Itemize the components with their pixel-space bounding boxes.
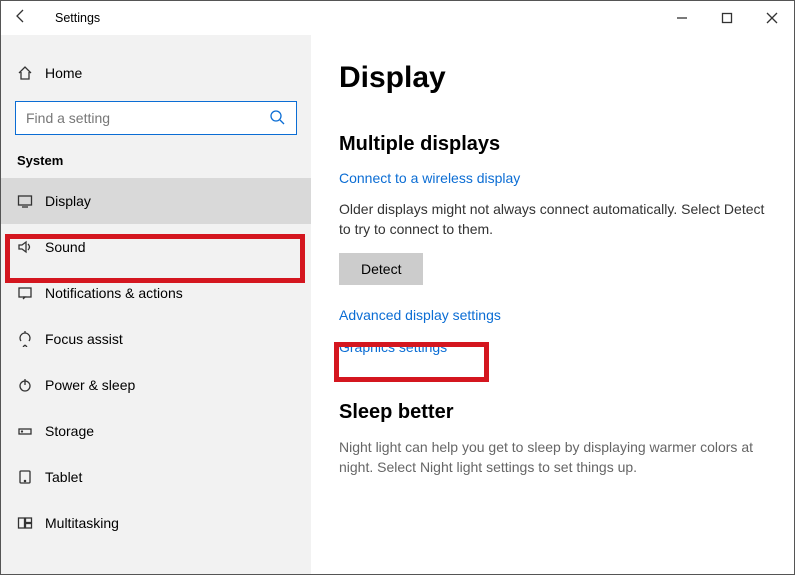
notifications-icon bbox=[17, 285, 45, 301]
sidebar-item-label: Display bbox=[45, 193, 91, 209]
back-button[interactable] bbox=[1, 8, 41, 29]
search-input[interactable] bbox=[15, 101, 297, 135]
sidebar-item-label: Power & sleep bbox=[45, 377, 135, 393]
link-graphics-settings[interactable]: Graphics settings bbox=[339, 339, 447, 355]
tablet-icon bbox=[17, 469, 45, 485]
detect-button[interactable]: Detect bbox=[339, 253, 423, 285]
sidebar-item-sound[interactable]: Sound bbox=[1, 224, 311, 270]
focus-assist-icon bbox=[17, 331, 45, 347]
sidebar-item-label: Storage bbox=[45, 423, 94, 439]
sidebar-item-multitasking[interactable]: Multitasking bbox=[1, 500, 311, 546]
home-icon bbox=[17, 65, 45, 81]
minimize-button[interactable] bbox=[659, 3, 704, 33]
page-title: Display bbox=[339, 61, 770, 95]
sidebar-item-display[interactable]: Display bbox=[1, 178, 311, 224]
storage-icon bbox=[17, 423, 45, 439]
titlebar: Settings bbox=[1, 1, 794, 35]
sidebar-item-power-sleep[interactable]: Power & sleep bbox=[1, 362, 311, 408]
sidebar-item-label: Notifications & actions bbox=[45, 285, 183, 301]
window-title: Settings bbox=[41, 11, 100, 25]
sound-icon bbox=[17, 239, 45, 255]
sidebar-category: System bbox=[1, 153, 311, 178]
sidebar-item-label: Multitasking bbox=[45, 515, 119, 531]
text-older-displays: Older displays might not always connect … bbox=[339, 200, 769, 239]
search-container bbox=[15, 101, 297, 135]
sidebar-item-focus-assist[interactable]: Focus assist bbox=[1, 316, 311, 362]
link-wireless-display[interactable]: Connect to a wireless display bbox=[339, 170, 520, 186]
sidebar-item-label: Focus assist bbox=[45, 331, 123, 347]
maximize-button[interactable] bbox=[704, 3, 749, 33]
sidebar-item-tablet[interactable]: Tablet bbox=[1, 454, 311, 500]
multitasking-icon bbox=[17, 515, 45, 531]
text-sleep-better: Night light can help you get to sleep by… bbox=[339, 438, 769, 477]
section-sleep-better: Sleep better bbox=[339, 401, 770, 424]
section-multiple-displays: Multiple displays bbox=[339, 133, 770, 156]
power-icon bbox=[17, 377, 45, 393]
sidebar-item-label: Sound bbox=[45, 239, 85, 255]
sidebar-item-label: Tablet bbox=[45, 469, 82, 485]
sidebar-item-storage[interactable]: Storage bbox=[1, 408, 311, 454]
sidebar-home[interactable]: Home bbox=[1, 53, 311, 93]
close-button[interactable] bbox=[749, 3, 794, 33]
main-content: Display Multiple displays Connect to a w… bbox=[311, 35, 794, 574]
sidebar-home-label: Home bbox=[45, 65, 82, 81]
sidebar-item-notifications[interactable]: Notifications & actions bbox=[1, 270, 311, 316]
display-icon bbox=[17, 193, 45, 209]
window-controls bbox=[659, 3, 794, 33]
link-advanced-display[interactable]: Advanced display settings bbox=[339, 307, 501, 323]
sidebar: Home System Display Sound Notifications … bbox=[1, 35, 311, 574]
